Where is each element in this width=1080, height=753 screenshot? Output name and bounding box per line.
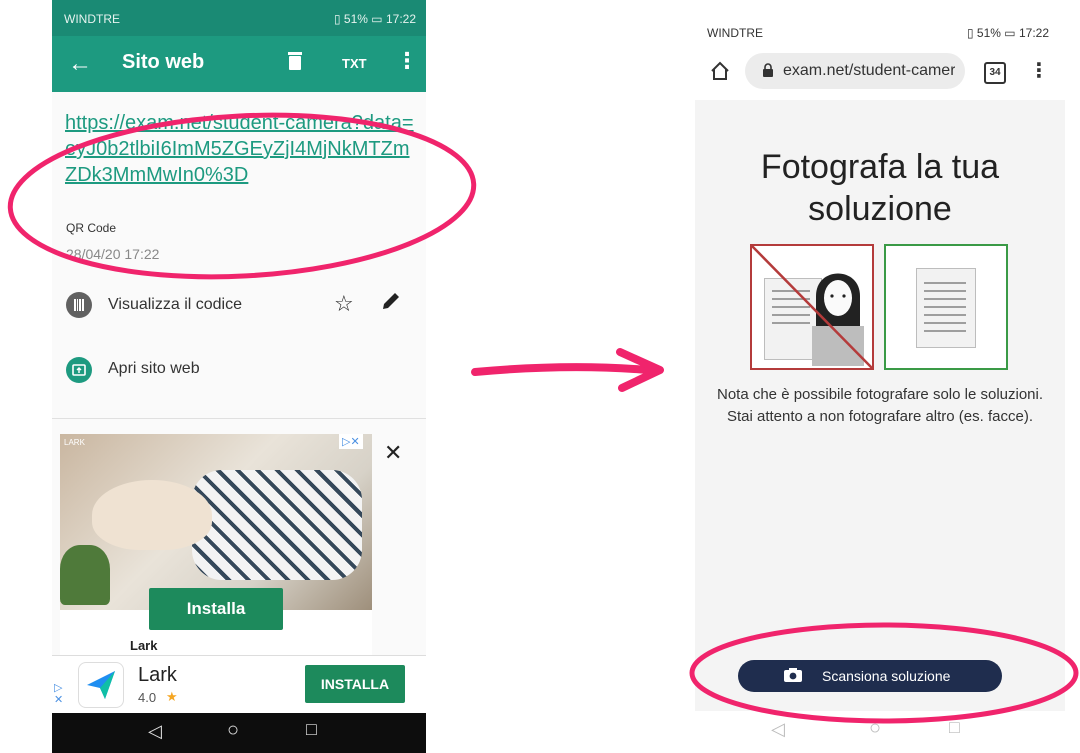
arrow-annotation — [471, 363, 652, 376]
annotation-overlay — [7, 112, 1079, 724]
highlight-circle-url — [7, 112, 477, 280]
highlight-circle-scan — [689, 622, 1079, 724]
